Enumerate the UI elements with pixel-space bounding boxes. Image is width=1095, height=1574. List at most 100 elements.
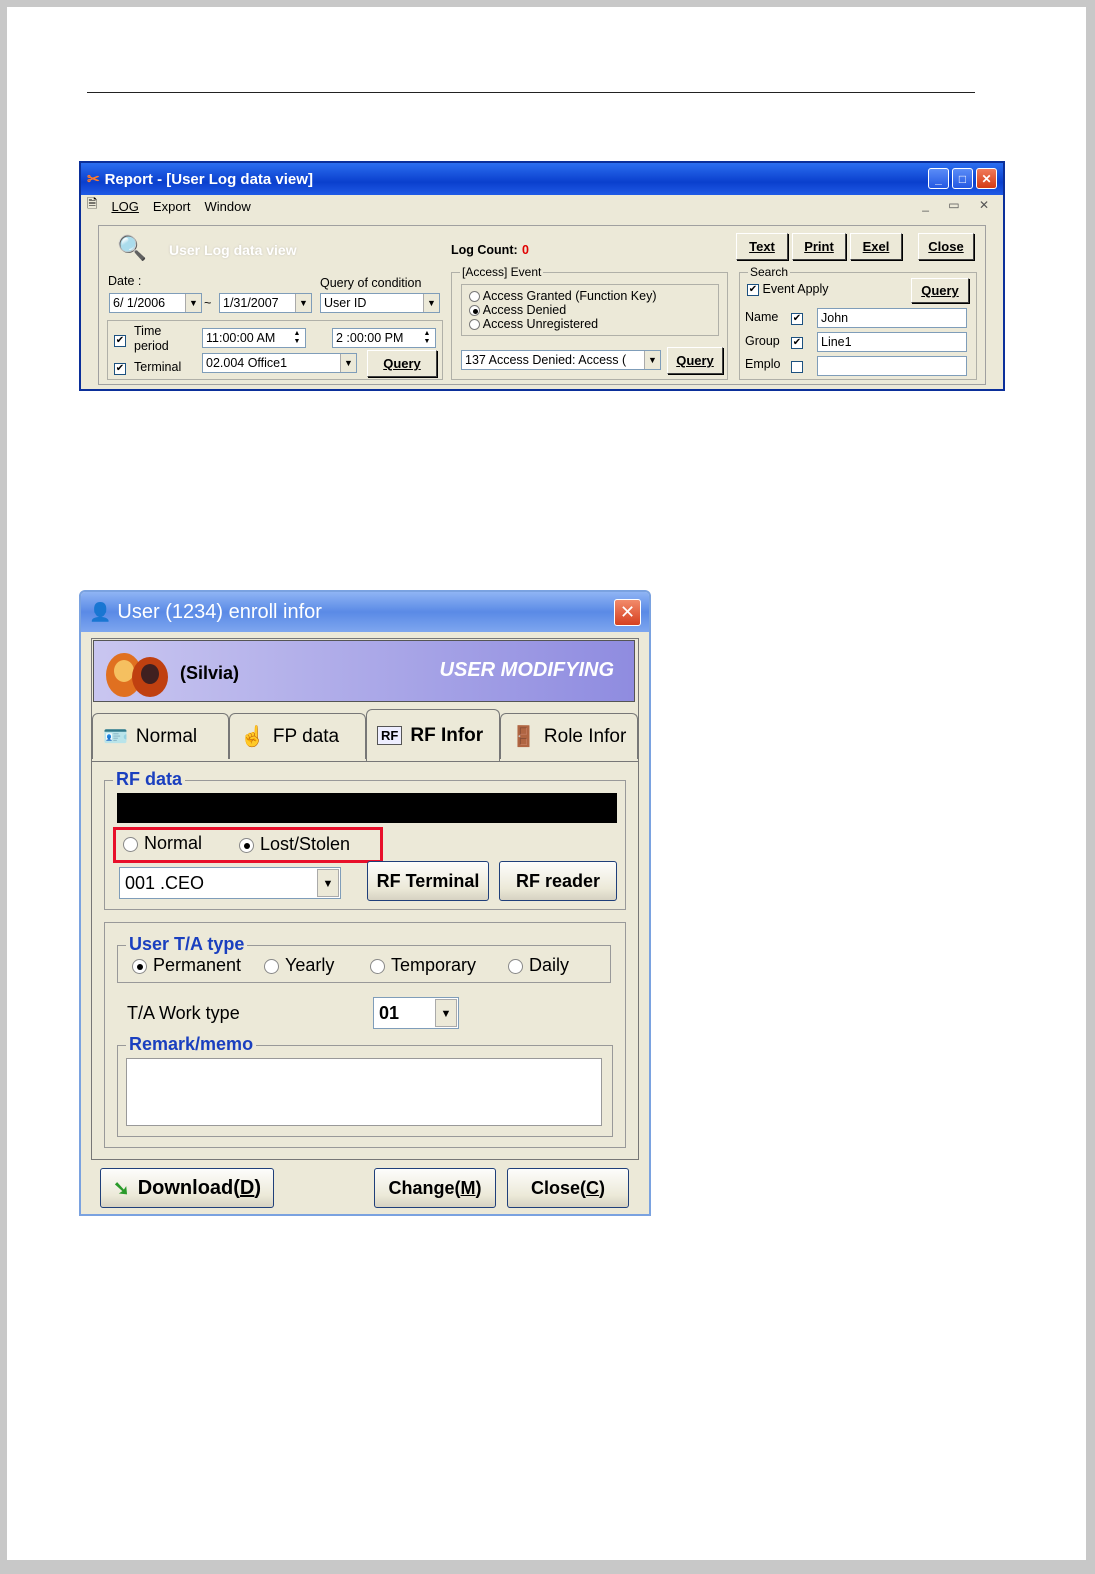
ta-permanent-radio[interactable]: Permanent — [132, 955, 241, 976]
maximize-button[interactable]: □ — [952, 168, 973, 189]
terminal-query-button[interactable]: Query — [367, 350, 437, 377]
tab-rf-infor[interactable]: RF RF Infor — [366, 709, 500, 761]
user-banner: (Silvia) USER MODIFYING — [93, 640, 635, 702]
text-button[interactable]: Text — [736, 233, 788, 260]
remark-label: Remark/memo — [126, 1034, 257, 1055]
rf-lost-stolen-label: Lost/Stolen — [260, 834, 351, 854]
event-option-denied[interactable]: Access Denied — [469, 303, 566, 317]
ta-type-group: User T/A type Permanent Yearly Temporary… — [117, 934, 611, 983]
id-card-icon: 🪪 — [103, 726, 128, 748]
radio-icon[interactable] — [469, 291, 480, 303]
radio-icon[interactable] — [123, 836, 138, 852]
chevron-down-icon[interactable]: ▼ — [340, 354, 356, 372]
event-option-granted[interactable]: Access Granted (Function Key) — [469, 289, 656, 303]
change-button[interactable]: Change(M) — [374, 1168, 496, 1208]
chevron-down-icon[interactable]: ▼ — [435, 999, 457, 1027]
menu-export[interactable]: Export — [153, 199, 191, 214]
enroll-content: (Silvia) USER MODIFYING 🪪 Normal ☝ FP da… — [91, 638, 639, 1160]
enroll-window: 👤 User (1234) enroll infor ✕ (Silvia) US… — [79, 590, 651, 1216]
minimize-button[interactable]: _ — [928, 168, 949, 189]
remark-textarea[interactable] — [126, 1058, 602, 1126]
chevron-down-icon[interactable]: ▼ — [644, 351, 660, 369]
tab-strip: 🪪 Normal ☝ FP data RF RF Infor 🚪 Role In… — [92, 709, 640, 761]
date-tilde: ~ — [204, 296, 212, 310]
rf-terminal-button[interactable]: RF Terminal — [367, 861, 489, 901]
tab-normal[interactable]: 🪪 Normal — [92, 713, 229, 759]
rf-normal-radio[interactable]: Normal — [123, 833, 202, 854]
close-icon[interactable]: ✕ — [614, 599, 641, 626]
time-to-input[interactable]: 2 :00:00 PM ▲ ▼ — [332, 328, 436, 348]
name-checkbox[interactable]: ✔ — [791, 310, 803, 328]
query-condition-select[interactable]: User ID ▼ — [320, 293, 440, 313]
event-option-unregistered[interactable]: Access Unregistered — [469, 317, 598, 331]
ta-temporary-radio[interactable]: Temporary — [370, 955, 476, 976]
mode-label: USER MODIFYING — [439, 659, 614, 681]
chevron-down-icon[interactable]: ▼ — [295, 294, 311, 312]
download-button-label: Download( — [137, 1176, 240, 1199]
event-select[interactable]: 137 Access Denied: Access ( ▼ — [461, 350, 661, 370]
tab-role-infor[interactable]: 🚪 Role Infor — [500, 713, 638, 759]
terminal-select[interactable]: 02.004 Office1 ▼ — [202, 353, 357, 373]
name-input[interactable]: John — [817, 308, 967, 328]
report-title-bar[interactable]: ✂ Report - [User Log data view] _ □ ✕ — [81, 163, 1003, 195]
time-from-input[interactable]: 11:00:00 AM ▲ ▼ — [202, 328, 306, 348]
rf-normal-label: Normal — [144, 833, 203, 853]
emplo-checkbox[interactable] — [791, 358, 803, 376]
rf-data-label: RF data — [113, 769, 186, 790]
time-period-checkbox[interactable]: ✔ — [114, 332, 126, 350]
rf-lost-stolen-radio[interactable]: Lost/Stolen — [239, 834, 350, 855]
ta-permanent-label: Permanent — [153, 955, 242, 975]
ta-daily-radio[interactable]: Daily — [508, 955, 569, 976]
print-button[interactable]: Print — [792, 233, 846, 260]
rf-terminal-select[interactable]: 001 .CEO ▼ — [119, 867, 341, 899]
terminal-checkbox[interactable]: ✔ — [114, 360, 126, 378]
ta-type-label: User T/A type — [126, 934, 248, 955]
report-window-title: Report - [User Log data view] — [104, 170, 313, 188]
event-option-unregistered-label: Access Unregistered — [482, 317, 599, 331]
change-suffix: ) — [475, 1177, 482, 1198]
chevron-down-icon[interactable]: ▼ — [185, 294, 201, 312]
remark-group: Remark/memo — [117, 1034, 613, 1137]
rf-card-number-field[interactable] — [117, 793, 617, 823]
radio-icon[interactable] — [469, 319, 480, 331]
event-apply-checkbox[interactable]: ✔ Event Apply — [747, 282, 829, 296]
ta-yearly-radio[interactable]: Yearly — [264, 955, 334, 976]
radio-selected-icon[interactable] — [469, 305, 480, 317]
date-to-value: 1/31/2007 — [223, 296, 279, 310]
terminal-label: Terminal — [134, 360, 182, 374]
group-label: Group — [745, 334, 780, 348]
radio-icon[interactable] — [370, 958, 385, 974]
spin-arrows-icon[interactable]: ▲ ▼ — [290, 330, 304, 346]
chevron-down-icon[interactable]: ▼ — [317, 869, 339, 897]
rf-reader-button[interactable]: RF reader — [499, 861, 617, 901]
close-window-button[interactable]: ✕ — [976, 168, 997, 189]
enroll-title-bar[interactable]: 👤 User (1234) enroll infor ✕ — [81, 592, 649, 632]
event-query-button[interactable]: Query — [667, 347, 723, 374]
work-type-select[interactable]: 01 ▼ — [373, 997, 459, 1029]
excel-button[interactable]: Exel — [850, 233, 902, 260]
chevron-down-icon[interactable]: ▼ — [423, 294, 439, 312]
mdi-controls[interactable]: _ ▭ ✕ — [922, 198, 997, 212]
spin-arrows-icon[interactable]: ▲ ▼ — [420, 330, 434, 346]
menu-window[interactable]: Window — [205, 199, 251, 214]
date-from-picker[interactable]: 6/ 1/2006 ▼ — [109, 293, 202, 313]
radio-icon[interactable] — [264, 958, 279, 974]
emplo-input[interactable] — [817, 356, 967, 376]
header-rule — [87, 92, 975, 93]
menu-log[interactable]: LOG — [111, 199, 138, 214]
group-checkbox[interactable]: ✔ — [791, 334, 803, 352]
search-query-button[interactable]: Query — [911, 278, 969, 303]
close-enroll-button[interactable]: Close(C) — [507, 1168, 629, 1208]
radio-selected-icon[interactable] — [132, 958, 147, 974]
rf-terminal-select-value: 001 .CEO — [125, 873, 205, 893]
tab-fp-data[interactable]: ☝ FP data — [229, 713, 366, 759]
query-condition-label: Query of condition — [320, 276, 422, 290]
radio-icon[interactable] — [508, 958, 523, 974]
group-input[interactable]: Line1 — [817, 332, 967, 352]
event-option-granted-label: Access Granted (Function Key) — [482, 289, 657, 303]
hand-icon: ☝ — [240, 726, 265, 748]
date-to-picker[interactable]: 1/31/2007 ▼ — [219, 293, 312, 313]
close-button[interactable]: Close — [918, 233, 974, 260]
download-button[interactable]: ➘ Download(D) — [100, 1168, 274, 1208]
radio-selected-icon[interactable] — [239, 837, 254, 853]
